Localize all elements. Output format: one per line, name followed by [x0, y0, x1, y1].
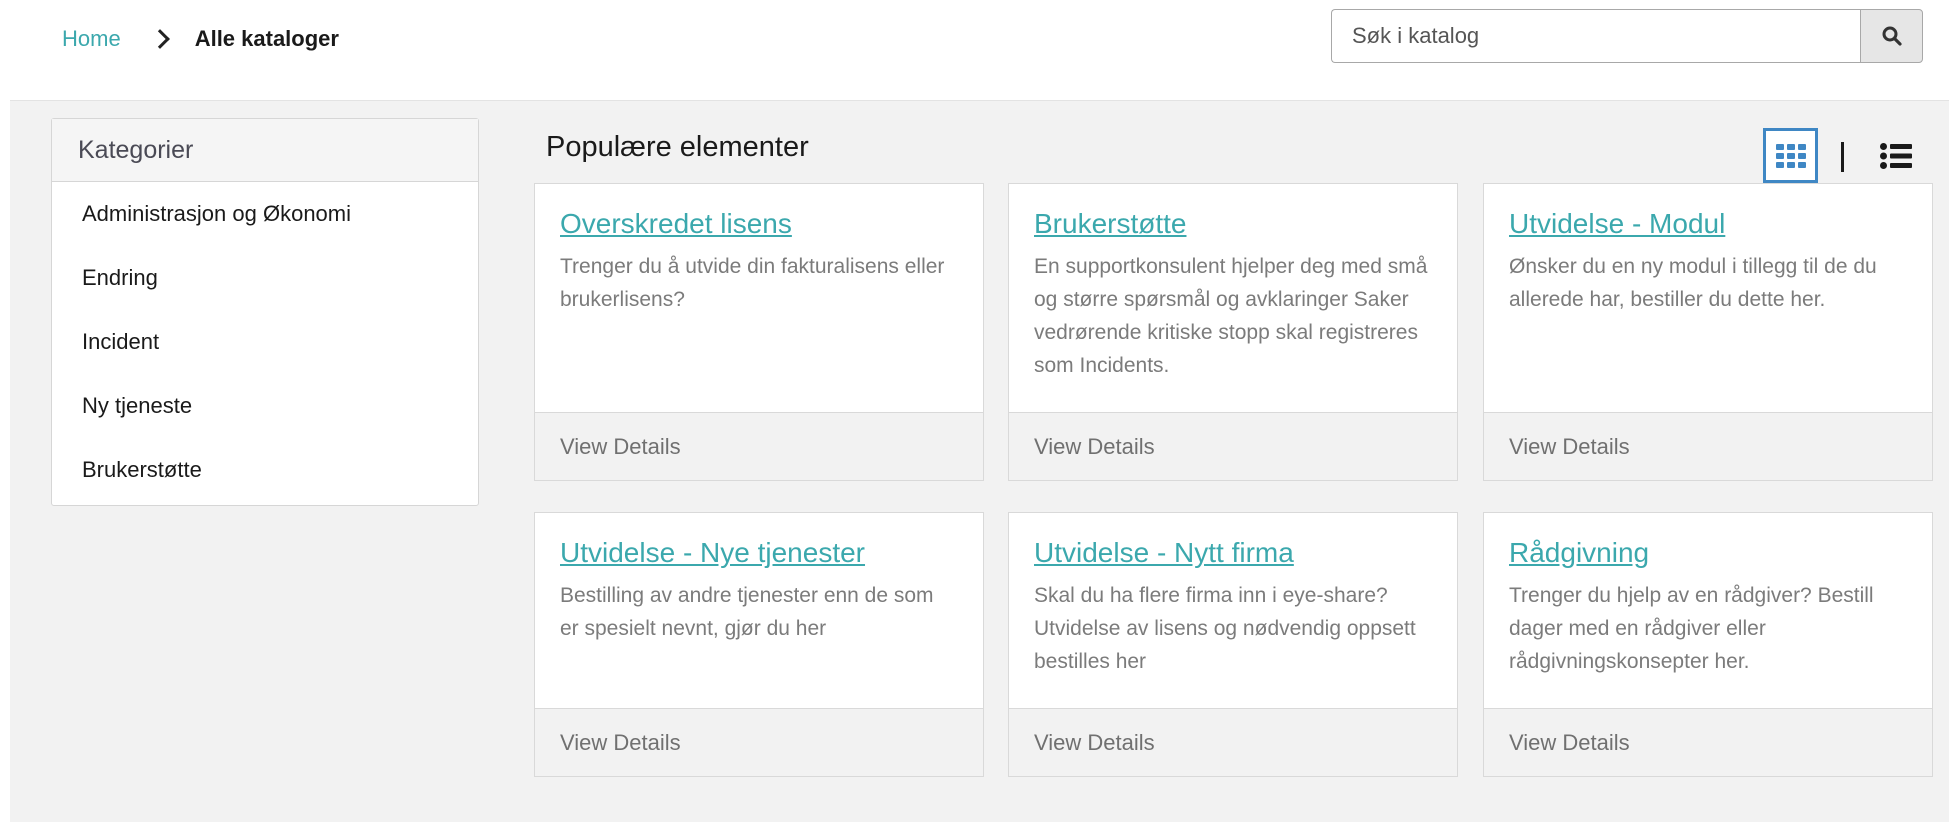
search-bar — [1331, 9, 1923, 63]
view-details-button[interactable]: View Details — [1009, 708, 1457, 776]
card-description: Trenger du å utvide din fakturalisens el… — [560, 255, 945, 311]
card-description: Skal du ha flere firma inn i eye-share? … — [1034, 584, 1416, 673]
category-sidebar: Kategorier Administrasjon og Økonomi End… — [51, 118, 479, 506]
page-title: Populære elementer — [546, 131, 809, 163]
sidebar-item-endring[interactable]: Endring — [52, 246, 478, 310]
view-details-button[interactable]: View Details — [535, 708, 983, 776]
card-title-link[interactable]: Rådgivning — [1509, 537, 1649, 569]
card-title-link[interactable]: Utvidelse - Nytt firma — [1034, 537, 1294, 569]
card-description: Bestilling av andre tjenester enn de som… — [560, 584, 934, 640]
list-view-icon — [1880, 142, 1912, 169]
card-title-link[interactable]: Brukerstøtte — [1034, 208, 1186, 240]
card-title-link[interactable]: Utvidelse - Nye tjenester — [560, 537, 865, 569]
card-description: Trenger du hjelp av en rådgiver? Bestill… — [1509, 584, 1874, 673]
breadcrumb-current: Alle kataloger — [194, 26, 339, 51]
view-details-button[interactable]: View Details — [535, 412, 983, 480]
search-input[interactable] — [1331, 9, 1860, 63]
breadcrumb-home-link[interactable]: Home — [62, 26, 121, 52]
chevron-right-icon — [149, 29, 170, 49]
sidebar-item-administrasjon[interactable]: Administrasjon og Økonomi — [52, 182, 478, 246]
catalog-card: Rådgivning Trenger du hjelp av en rådgiv… — [1483, 512, 1933, 777]
sidebar-item-incident[interactable]: Incident — [52, 310, 478, 374]
list-view-toggle[interactable] — [1876, 128, 1916, 183]
card-description: En supportkonsulent hjelper deg med små … — [1034, 255, 1428, 377]
top-bar: Home Alle kataloger — [0, 0, 1949, 100]
catalog-card: Overskredet lisens Trenger du å utvide d… — [534, 183, 984, 481]
sidebar-item-brukerstotte[interactable]: Brukerstøtte — [52, 438, 478, 502]
catalog-card: Utvidelse - Nye tjenester Bestilling av … — [534, 512, 984, 777]
search-button[interactable] — [1860, 9, 1923, 63]
catalog-card: Utvidelse - Modul Ønsker du en ny modul … — [1483, 183, 1933, 481]
grid-view-icon — [1775, 143, 1806, 168]
view-toggle-divider — [1841, 142, 1844, 172]
view-details-button[interactable]: View Details — [1009, 412, 1457, 480]
card-description: Ønsker du en ny modul i tillegg til de d… — [1509, 255, 1877, 311]
category-list: Administrasjon og Økonomi Endring Incide… — [52, 182, 478, 502]
card-title-link[interactable]: Utvidelse - Modul — [1509, 208, 1725, 240]
view-details-button[interactable]: View Details — [1484, 708, 1932, 776]
grid-view-toggle[interactable] — [1763, 128, 1818, 183]
view-details-button[interactable]: View Details — [1484, 412, 1932, 480]
sidebar-title: Kategorier — [52, 119, 478, 182]
sidebar-item-ny-tjeneste[interactable]: Ny tjeneste — [52, 374, 478, 438]
catalog-card: Utvidelse - Nytt firma Skal du ha flere … — [1008, 512, 1458, 777]
catalog-card: Brukerstøtte En supportkonsulent hjelper… — [1008, 183, 1458, 481]
breadcrumb: Home Alle kataloger — [62, 26, 339, 52]
card-title-link[interactable]: Overskredet lisens — [560, 208, 792, 240]
search-icon — [1882, 26, 1902, 46]
